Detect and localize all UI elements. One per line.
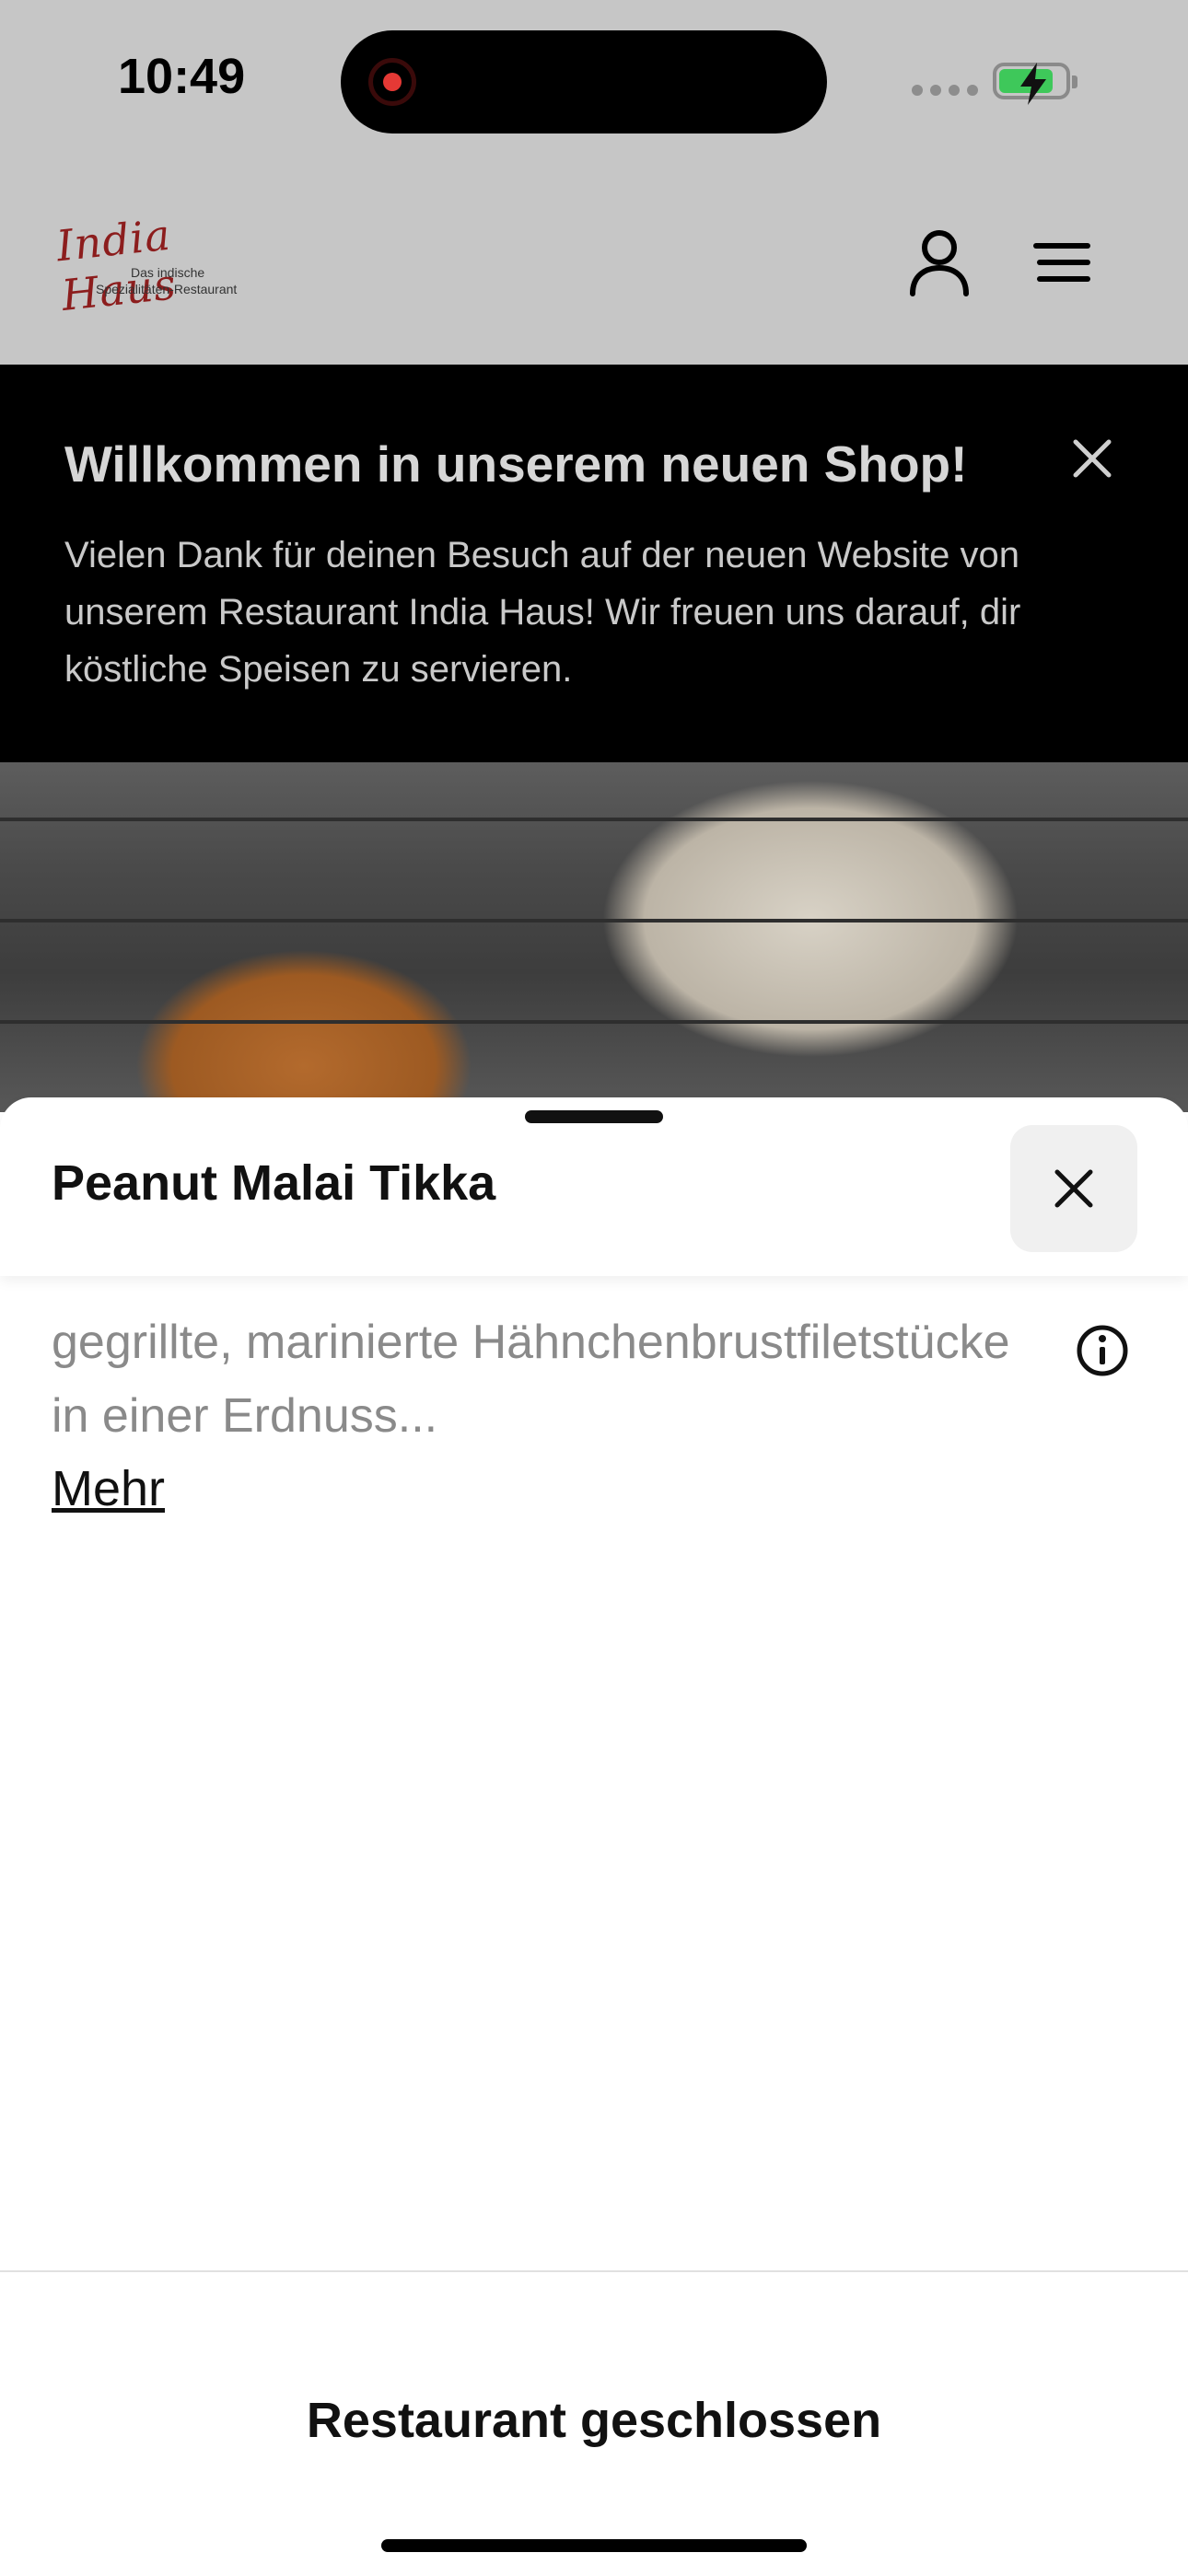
status-time: 10:49 (118, 49, 246, 104)
restaurant-closed-status: Restaurant geschlossen (306, 2393, 882, 2448)
hamburger-menu-icon (1033, 243, 1090, 282)
logo-name: India Haus (53, 209, 180, 320)
sheet-grabber-handle[interactable] (525, 1110, 663, 1123)
battery-charging-icon (993, 63, 1077, 105)
home-indicator[interactable] (381, 2539, 807, 2552)
menu-button[interactable] (1022, 221, 1105, 304)
status-bar: 10:49 (0, 0, 1188, 166)
sheet-header: Peanut Malai Tikka (0, 1097, 1188, 1276)
dynamic-island (341, 30, 827, 133)
cellular-signal-icon (912, 85, 978, 96)
account-button[interactable] (898, 221, 981, 304)
hero-food-image (0, 762, 1188, 1112)
banner-close-button[interactable] (1059, 425, 1125, 492)
close-icon (1054, 1169, 1093, 1208)
welcome-banner: Willkommen in unserem neuen Shop! Vielen… (0, 365, 1188, 762)
allergen-info-button[interactable] (1076, 1324, 1129, 1382)
banner-title: Willkommen in unserem neuen Shop! (64, 435, 968, 493)
logo-tagline: Das indische (131, 265, 205, 280)
product-title: Peanut Malai Tikka (52, 1155, 496, 1211)
product-description: gegrillte, marinierte Hähnchenbrustfilet… (52, 1316, 1010, 1443)
india-haus-logo[interactable]: India Haus Das indische Spezialitäten-Re… (54, 210, 285, 320)
order-footer: Restaurant geschlossen (0, 2270, 1188, 2576)
info-icon (1077, 1325, 1128, 1376)
person-icon (910, 230, 969, 296)
banner-text: Vielen Dank für deinen Besuch auf der ne… (64, 535, 1021, 690)
dimmed-background-page: 10:49 India Haus Das indische Spezialitä… (0, 0, 1188, 1112)
close-sheet-button[interactable] (1010, 1125, 1137, 1252)
more-link[interactable]: Mehr (52, 1460, 165, 1517)
logo-tagline-2: Spezialitäten-Restaurant (96, 282, 238, 296)
recording-indicator-icon (368, 58, 416, 106)
close-icon (1073, 439, 1112, 478)
site-header: India Haus Das indische Spezialitäten-Re… (0, 166, 1188, 366)
